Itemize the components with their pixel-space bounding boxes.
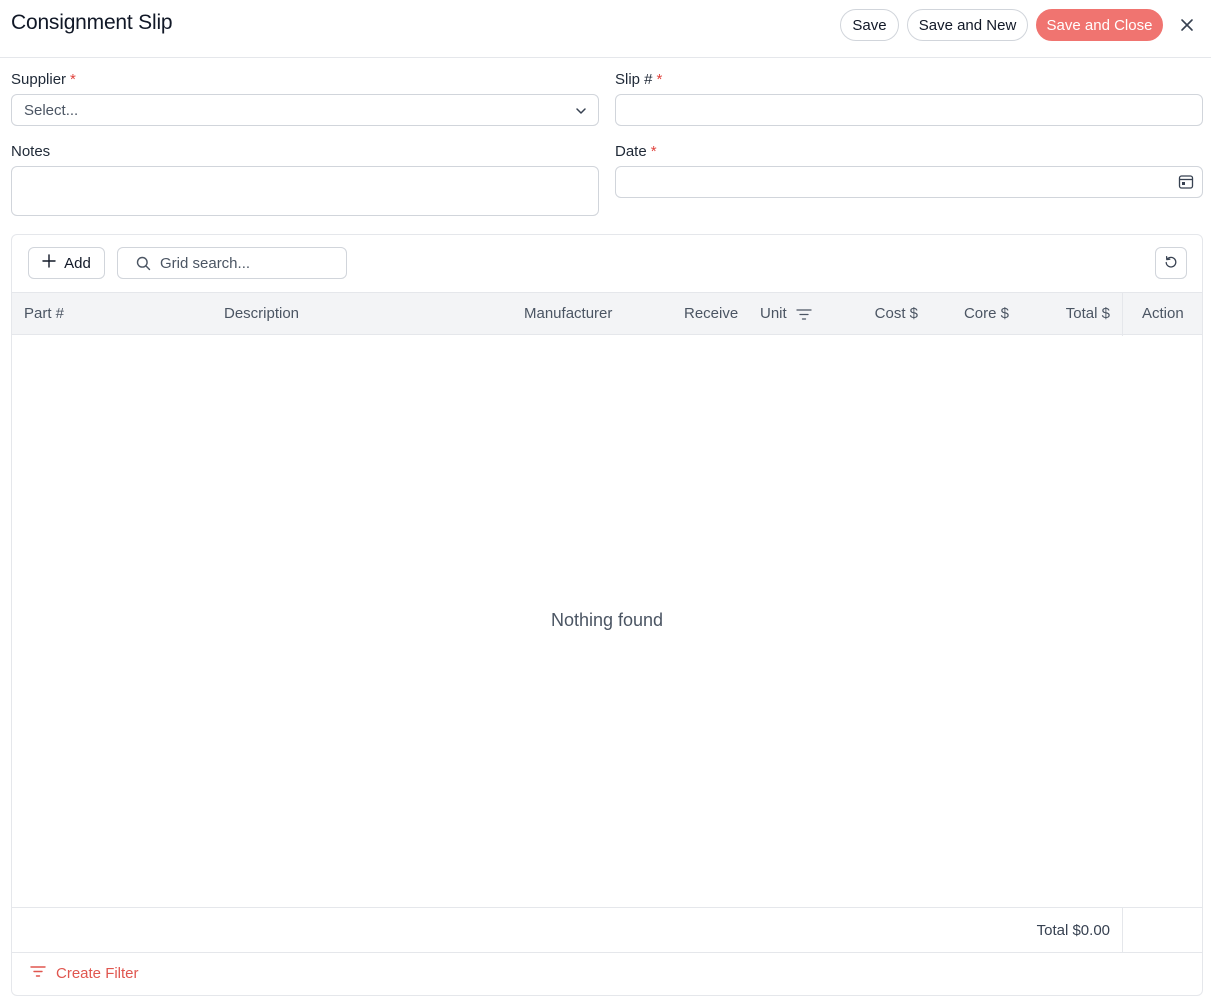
empty-state-message: Nothing found: [550, 610, 664, 630]
grid-search-input[interactable]: [160, 253, 340, 273]
create-filter-label: Create Filter: [56, 965, 139, 982]
dialog-header: Consignment Slip Save Save and New Save …: [0, 0, 1211, 58]
column-divider: [1122, 293, 1123, 336]
create-filter-button[interactable]: Create Filter: [30, 965, 139, 982]
grid-header: Part # Description Manufacturer Receive …: [12, 292, 1202, 336]
column-header-part[interactable]: Part #: [24, 305, 64, 322]
column-header-core[interactable]: Core $: [922, 305, 1009, 322]
calendar-icon[interactable]: [1178, 174, 1194, 190]
reset-icon: [1164, 255, 1178, 272]
add-button-label: Add: [64, 254, 91, 272]
supplier-label: Supplier *: [11, 71, 76, 88]
slip-number-input[interactable]: [615, 94, 1203, 126]
page-title: Consignment Slip: [11, 11, 173, 34]
items-grid: Add Part # Description Manufacturer Rece…: [11, 234, 1203, 996]
date-input[interactable]: [615, 166, 1203, 198]
close-icon[interactable]: [1176, 14, 1198, 36]
notes-label: Notes: [11, 143, 51, 160]
date-label-text: Date: [615, 143, 647, 160]
required-mark: *: [650, 143, 657, 160]
required-mark: *: [656, 71, 663, 88]
search-icon: [136, 256, 151, 271]
save-and-close-button[interactable]: Save and Close: [1036, 9, 1163, 41]
grid-footer: Total $0.00: [12, 907, 1202, 953]
slip-label: Slip # *: [615, 71, 662, 88]
filter-icon: [30, 965, 46, 982]
column-header-total[interactable]: Total $: [1022, 305, 1110, 322]
supplier-select-placeholder: Select...: [24, 102, 79, 119]
supplier-label-text: Supplier: [11, 71, 67, 88]
column-header-manufacturer[interactable]: Manufacturer: [524, 305, 612, 322]
column-header-receive[interactable]: Receive: [684, 305, 738, 322]
add-button[interactable]: Add: [28, 247, 105, 279]
save-and-new-button[interactable]: Save and New: [907, 9, 1028, 41]
column-header-cost[interactable]: Cost $: [832, 305, 918, 322]
save-button[interactable]: Save: [840, 9, 899, 41]
required-mark: *: [70, 71, 76, 88]
supplier-select[interactable]: Select...: [11, 94, 599, 126]
column-divider: [1122, 908, 1123, 953]
reset-grid-button[interactable]: [1155, 247, 1187, 279]
grid-total: Total $0.00: [1036, 922, 1110, 939]
slip-label-text: Slip #: [615, 71, 653, 88]
grid-search[interactable]: [117, 247, 347, 279]
plus-icon: [42, 254, 56, 272]
column-header-unit[interactable]: Unit: [760, 305, 787, 322]
column-header-action: Action: [1142, 305, 1184, 322]
filter-icon[interactable]: [796, 308, 812, 321]
column-header-description[interactable]: Description: [224, 305, 299, 322]
date-label: Date *: [615, 143, 657, 160]
chevron-down-icon: [574, 104, 588, 118]
notes-textarea[interactable]: [11, 166, 599, 216]
